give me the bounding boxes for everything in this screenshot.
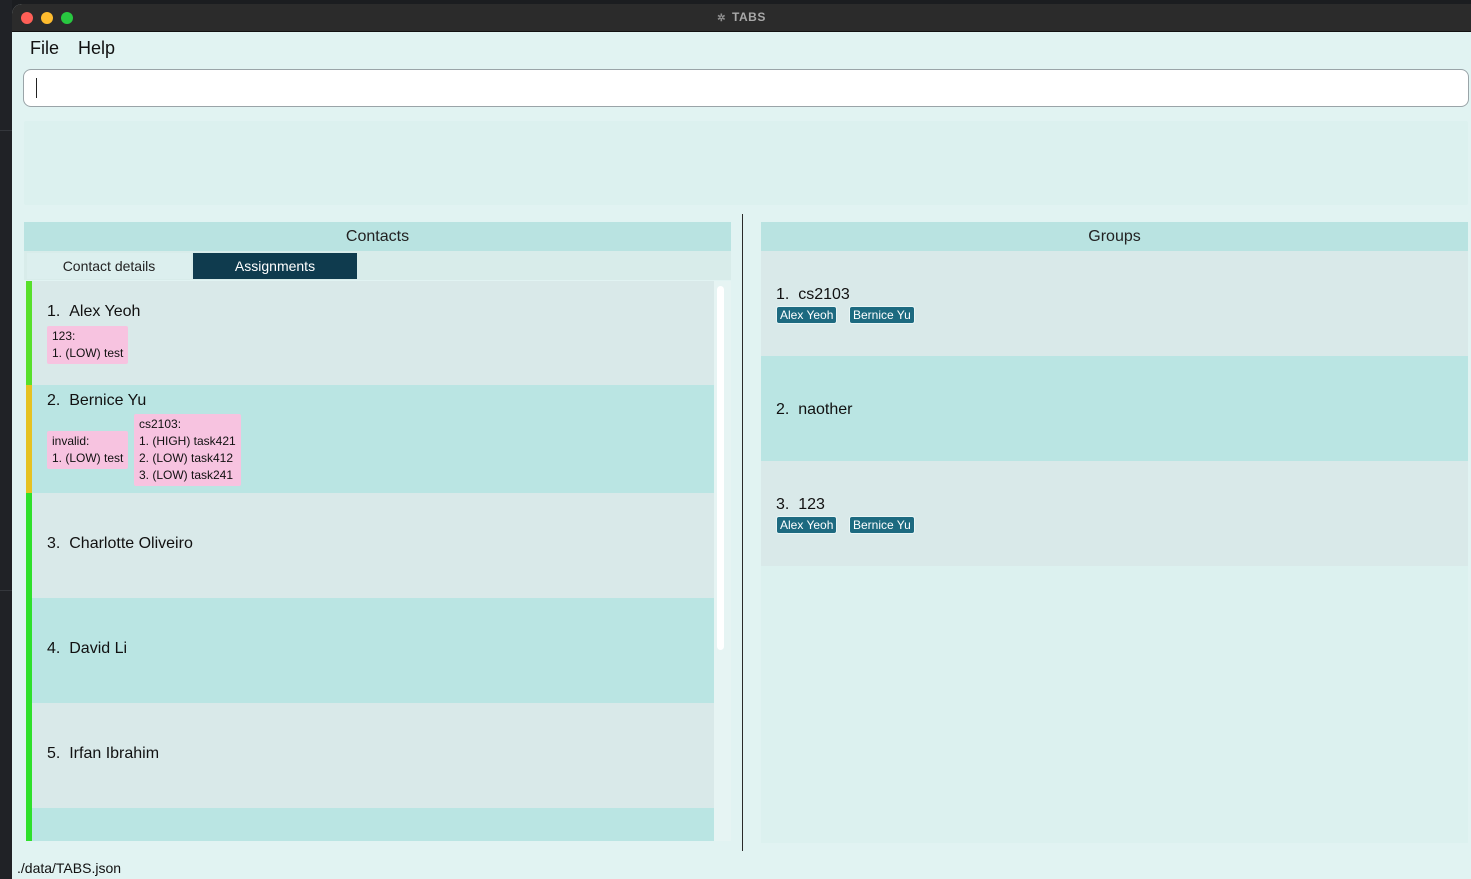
contact-name: 4. David Li (47, 640, 127, 658)
contact-index: 2. (47, 392, 61, 409)
group-card[interactable]: 1. cs2103 Alex Yeoh Bernice Yu (761, 251, 1468, 356)
group-index: 1. (776, 286, 790, 303)
contact-name-text: David Li (69, 640, 128, 657)
groups-header: Groups (761, 222, 1468, 251)
menu-file[interactable]: File (30, 38, 59, 59)
contact-index: 4. (47, 640, 61, 657)
gear-icon: ✲ (717, 13, 727, 24)
status-stripe (26, 493, 32, 598)
desktop-background (0, 0, 12, 879)
assignment-tag: 123: 1. (LOW) test (47, 326, 129, 364)
contact-name-text: Irfan Ibrahim (69, 745, 160, 762)
text-caret (36, 78, 37, 98)
contact-list: 1. Alex Yeoh 123: 1. (LOW) test 2. Berni… (26, 281, 714, 841)
result-display (24, 121, 1468, 205)
save-location: ./data/TABS.json (17, 860, 122, 876)
contact-tabs: Contact details Assignments (24, 251, 731, 280)
contact-name: 2. Bernice Yu (47, 392, 146, 410)
window-title: TABS (732, 10, 766, 24)
contact-index: 3. (47, 535, 61, 552)
group-name-text: cs2103 (798, 286, 850, 303)
scroll-thumb[interactable] (717, 286, 724, 650)
contact-card[interactable]: 5. Irfan Ibrahim (26, 703, 714, 808)
contact-card[interactable]: 2. Bernice Yu invalid: 1. (LOW) test cs2… (26, 385, 714, 493)
tab-contact-details[interactable]: Contact details (27, 253, 191, 279)
group-name: 1. cs2103 (776, 286, 850, 304)
group-list: 1. cs2103 Alex Yeoh Bernice Yu 2. naothe… (761, 251, 1468, 843)
member-tag: Alex Yeoh (776, 306, 838, 324)
contact-card[interactable]: 1. Alex Yeoh 123: 1. (LOW) test (26, 281, 714, 385)
app-window: ✲ TABS File Help Contacts Contact details… (12, 4, 1471, 879)
assignment-tag: invalid: 1. (LOW) test (47, 431, 129, 469)
group-name: 3. 123 (776, 496, 825, 514)
panel-divider[interactable] (742, 214, 743, 851)
contact-name-text: Charlotte Oliveiro (69, 535, 193, 552)
contact-name: 5. Irfan Ibrahim (47, 745, 159, 763)
group-name-text: naother (798, 401, 853, 418)
member-tag: Alex Yeoh (776, 516, 838, 534)
contact-name-text: Alex Yeoh (69, 303, 141, 320)
member-tag: Bernice Yu (849, 306, 915, 324)
group-name: 2. naother (776, 401, 853, 419)
desktop-divider (0, 590, 12, 591)
status-stripe (26, 281, 32, 385)
window-title-group: ✲ TABS (12, 10, 1471, 24)
status-stripe (26, 598, 32, 703)
command-input[interactable] (23, 69, 1469, 107)
desktop-divider (0, 130, 12, 131)
assignment-tag: cs2103: 1. (HIGH) task421 2. (LOW) task4… (134, 414, 241, 486)
contact-name: 3. Charlotte Oliveiro (47, 535, 193, 553)
menu-help[interactable]: Help (78, 38, 115, 59)
contact-index: 1. (47, 303, 61, 320)
contact-name-text: Bernice Yu (69, 392, 147, 409)
menu-bar: File Help (12, 32, 1471, 64)
group-card[interactable]: 2. naother (761, 356, 1468, 461)
member-tag: Bernice Yu (849, 516, 915, 534)
group-name-text: 123 (798, 496, 825, 513)
contact-name: 1. Alex Yeoh (47, 303, 140, 321)
contact-card[interactable]: 3. Charlotte Oliveiro (26, 493, 714, 598)
group-index: 2. (776, 401, 790, 418)
contact-card[interactable] (26, 808, 714, 841)
contacts-header: Contacts (24, 222, 731, 251)
status-stripe (26, 808, 32, 841)
status-stripe (26, 703, 32, 808)
status-bar: ./data/TABS.json (12, 857, 1471, 879)
tab-assignments[interactable]: Assignments (193, 253, 357, 279)
group-card[interactable]: 3. 123 Alex Yeoh Bernice Yu (761, 461, 1468, 566)
contact-card[interactable]: 4. David Li (26, 598, 714, 703)
status-stripe (26, 385, 32, 493)
contact-index: 5. (47, 745, 61, 762)
group-index: 3. (776, 496, 790, 513)
title-bar: ✲ TABS (12, 4, 1471, 32)
